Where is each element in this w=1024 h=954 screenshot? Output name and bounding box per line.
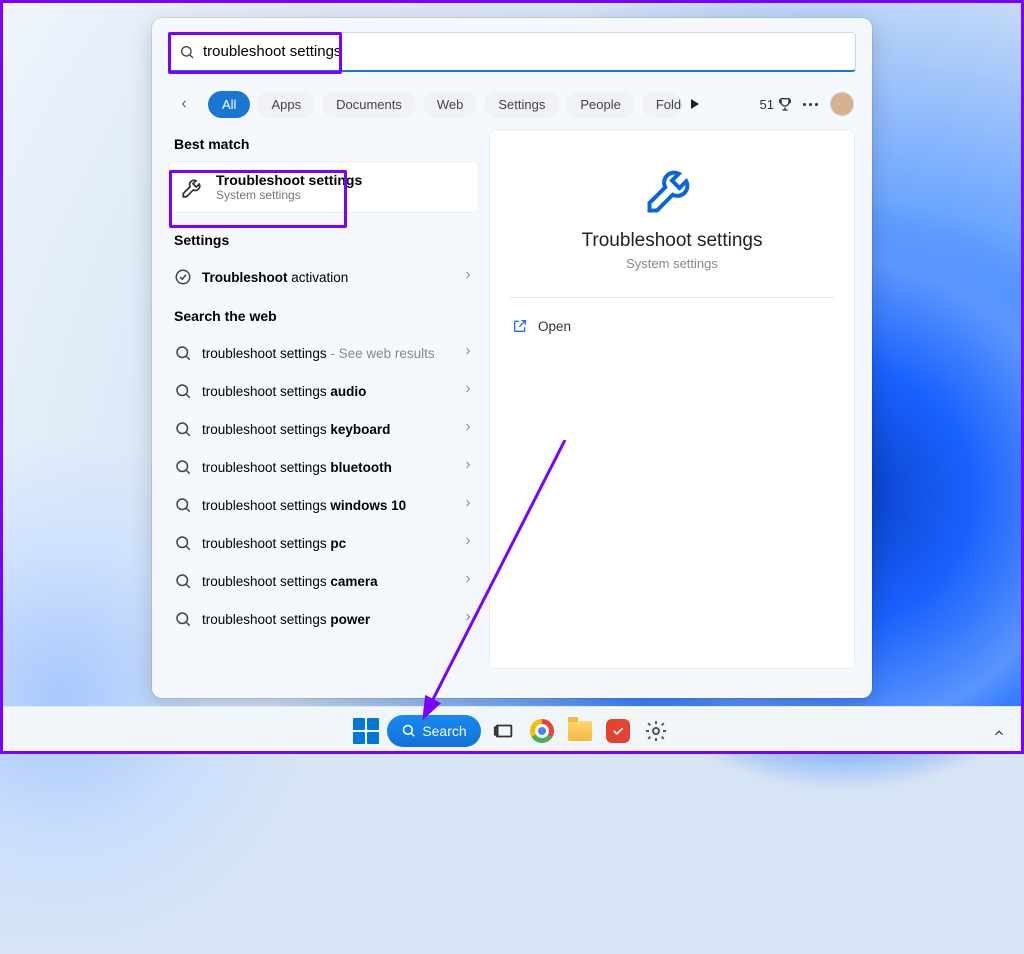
preview-subtitle: System settings [510,256,834,271]
web-result-text: troubleshoot settings power [202,612,370,627]
best-match-title: Troubleshoot settings [216,172,362,188]
tab-documents[interactable]: Documents [322,91,416,118]
tabs-overflow-caret[interactable] [691,99,699,109]
taskbar-app-todoist[interactable] [603,716,633,746]
section-best-match: Best match [170,130,478,162]
tab-apps[interactable]: Apps [257,91,315,118]
web-result-0[interactable]: troubleshoot settings - See web results [170,334,478,372]
web-result-1[interactable]: troubleshoot settings audio [170,372,478,410]
tray-overflow-caret[interactable] [992,726,1006,740]
checkmark-circle-icon [174,268,192,286]
tab-people[interactable]: People [566,91,634,118]
open-action[interactable]: Open [510,314,834,338]
user-avatar[interactable] [830,92,854,116]
open-link-icon [512,318,528,334]
tab-web[interactable]: Web [423,91,478,118]
filter-tabs-row: All Apps Documents Web Settings People F… [152,80,872,130]
wrench-icon [180,174,206,200]
chevron-right-icon [462,420,474,438]
search-icon [174,382,192,400]
web-result-text: troubleshoot settings audio [202,384,366,399]
taskbar-app-settings[interactable] [641,716,671,746]
web-result-text: troubleshoot settings - See web results [202,346,435,361]
search-icon [174,344,192,362]
chevron-right-icon [462,382,474,400]
trophy-icon [777,96,793,112]
chevron-right-icon [462,344,474,362]
section-search-web: Search the web [170,302,478,334]
tab-folders[interactable]: Folders [642,91,682,118]
wrench-icon-large [642,158,702,218]
settings-result-text: Troubleshoot activation [202,270,348,285]
web-result-text: troubleshoot settings camera [202,574,378,589]
preview-title: Troubleshoot settings [510,230,834,252]
tab-settings[interactable]: Settings [484,91,559,118]
search-input[interactable] [203,43,845,60]
chevron-right-icon [462,268,474,286]
open-label: Open [538,319,571,334]
search-icon [174,534,192,552]
more-menu[interactable] [803,103,818,106]
search-icon [174,420,192,438]
settings-result-0[interactable]: Troubleshoot activation [170,258,478,296]
web-result-text: troubleshoot settings windows 10 [202,498,406,513]
search-icon [174,610,192,628]
back-button[interactable] [170,90,198,118]
section-settings: Settings [170,226,478,258]
web-result-text: troubleshoot settings keyboard [202,422,390,437]
search-icon [174,458,192,476]
rewards-points[interactable]: 51 [760,96,793,112]
rewards-count: 51 [760,97,774,112]
search-bar[interactable] [168,32,856,72]
web-result-text: troubleshoot settings pc [202,536,346,551]
search-icon [174,572,192,590]
start-button[interactable] [353,718,379,744]
divider [510,297,834,298]
tab-all[interactable]: All [208,91,250,118]
search-icon [174,496,192,514]
annotation-arrow [415,440,575,730]
search-icon [179,44,195,60]
best-match-subtitle: System settings [216,188,362,202]
best-match-item[interactable]: Troubleshoot settings System settings [170,162,478,212]
web-result-text: troubleshoot settings bluetooth [202,460,392,475]
